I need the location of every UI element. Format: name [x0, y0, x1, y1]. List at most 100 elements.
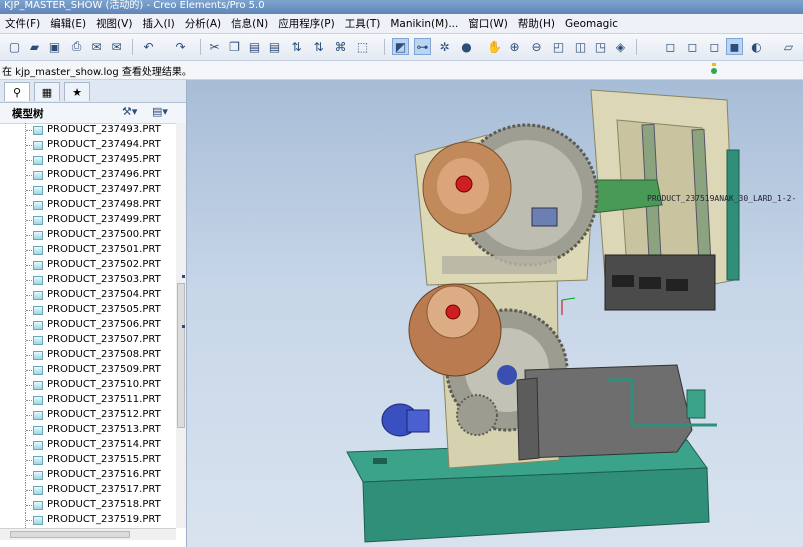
model-appearance-icon[interactable]: ◐: [748, 38, 765, 55]
tree-item[interactable]: PRODUCT_237517.PRT: [0, 483, 176, 498]
save-icon[interactable]: ▣: [46, 38, 63, 55]
tree-horizontal-scrollbar[interactable]: [0, 528, 176, 540]
tree-item[interactable]: PRODUCT_237502.PRT: [0, 258, 176, 273]
menu-tools[interactable]: 工具(T): [340, 16, 386, 31]
tree-connector: [26, 520, 32, 522]
tree-item-label: PRODUCT_237519.PRT: [47, 514, 161, 525]
tree-item[interactable]: PRODUCT_237511.PRT: [0, 393, 176, 408]
lower-gear-small: [456, 394, 498, 436]
menu-window[interactable]: 窗口(W): [463, 16, 513, 31]
tree-item-label: PRODUCT_237504.PRT: [47, 289, 161, 300]
saved-views-icon[interactable]: ◳: [592, 38, 609, 55]
tree-item-label: PRODUCT_237496.PRT: [47, 169, 161, 180]
tree-item[interactable]: PRODUCT_237499.PRT: [0, 213, 176, 228]
tree-item[interactable]: PRODUCT_237501.PRT: [0, 243, 176, 258]
tree-item[interactable]: PRODUCT_237513.PRT: [0, 423, 176, 438]
tree-item[interactable]: PRODUCT_237498.PRT: [0, 198, 176, 213]
menu-geomagic[interactable]: Geomagic: [560, 18, 623, 30]
assembly-model-render[interactable]: [187, 80, 803, 547]
tree-settings-icon[interactable]: ⚒▾: [122, 105, 137, 118]
cut-icon[interactable]: ✂: [206, 38, 223, 55]
refit-icon[interactable]: ◰: [550, 38, 567, 55]
zoom-out-icon[interactable]: ⊖: [528, 38, 545, 55]
tree-connector: [26, 475, 32, 477]
tree-item[interactable]: PRODUCT_237497.PRT: [0, 183, 176, 198]
tree-item[interactable]: PRODUCT_237508.PRT: [0, 348, 176, 363]
tree-item[interactable]: PRODUCT_237505.PRT: [0, 303, 176, 318]
graphics-viewport[interactable]: PRODUCT_237519ANAK_30_LARD_1-2-: [187, 80, 803, 547]
regenerate-icon[interactable]: ⇅: [288, 38, 305, 55]
tree-item-label: PRODUCT_237498.PRT: [47, 199, 161, 210]
paste-special-icon[interactable]: ▤: [266, 38, 283, 55]
tree-item[interactable]: PRODUCT_237504.PRT: [0, 288, 176, 303]
tree-item-label: PRODUCT_237512.PRT: [47, 409, 161, 420]
shading-sphere-icon[interactable]: ●: [458, 38, 475, 55]
menu-info[interactable]: 信息(N): [226, 16, 273, 31]
menu-applications[interactable]: 应用程序(P): [273, 16, 340, 31]
scrollbar-thumb[interactable]: [177, 283, 185, 428]
layers-tab-icon[interactable]: ▦: [34, 82, 60, 101]
undo-icon[interactable]: ↶: [140, 38, 157, 55]
datum-display-icon[interactable]: ⊶: [414, 38, 431, 55]
tree-connector: [26, 385, 32, 387]
zoom-in-icon[interactable]: ⊕: [506, 38, 523, 55]
no-hidden-icon[interactable]: ◻: [706, 38, 723, 55]
menu-file[interactable]: 文件(F): [0, 16, 45, 31]
menu-help[interactable]: 帮助(H): [513, 16, 560, 31]
tree-item[interactable]: PRODUCT_237500.PRT: [0, 228, 176, 243]
tree-item[interactable]: PRODUCT_237493.PRT: [0, 123, 176, 138]
tree-item[interactable]: PRODUCT_237496.PRT: [0, 168, 176, 183]
spin-center-icon[interactable]: ✲: [436, 38, 453, 55]
tree-item-label: PRODUCT_237508.PRT: [47, 349, 161, 360]
selection-box-icon[interactable]: ⬚: [354, 38, 371, 55]
part-icon: [33, 426, 43, 435]
new-file-icon[interactable]: ▢: [6, 38, 23, 55]
scrollbar-thumb[interactable]: [10, 531, 130, 538]
tree-item[interactable]: PRODUCT_237507.PRT: [0, 333, 176, 348]
pan-hand-icon[interactable]: ✋: [486, 38, 503, 55]
find-icon[interactable]: ⌘: [332, 38, 349, 55]
shading-icon[interactable]: ◼: [726, 38, 743, 55]
sketch-icon[interactable]: ◩: [392, 38, 409, 55]
tree-item[interactable]: PRODUCT_237506.PRT: [0, 318, 176, 333]
tree-item[interactable]: PRODUCT_237509.PRT: [0, 363, 176, 378]
model-tree-header: 模型树 ⚒▾ ▤▾: [0, 103, 186, 124]
paste-icon[interactable]: ▤: [246, 38, 263, 55]
favorites-tab-icon[interactable]: ★: [64, 82, 90, 101]
tree-item[interactable]: PRODUCT_237516.PRT: [0, 468, 176, 483]
sash-grip-icon[interactable]: [182, 325, 185, 328]
tree-item[interactable]: PRODUCT_237510.PRT: [0, 378, 176, 393]
tree-item[interactable]: PRODUCT_237518.PRT: [0, 498, 176, 513]
tree-item[interactable]: PRODUCT_237494.PRT: [0, 138, 176, 153]
copy-icon[interactable]: ❐: [226, 38, 243, 55]
menu-edit[interactable]: 编辑(E): [45, 16, 91, 31]
tree-item[interactable]: PRODUCT_237495.PRT: [0, 153, 176, 168]
tree-item[interactable]: PRODUCT_237519.PRT: [0, 513, 176, 528]
menu-manikin[interactable]: Manikin(M)...: [385, 18, 463, 30]
redo-icon[interactable]: ↷: [172, 38, 189, 55]
menu-analysis[interactable]: 分析(A): [180, 16, 226, 31]
menu-insert[interactable]: 插入(I): [137, 16, 179, 31]
model-tree-tab-icon[interactable]: ⚲: [4, 82, 30, 101]
datum-planes-icon[interactable]: ▱: [780, 38, 797, 55]
sash-grip-icon[interactable]: [182, 275, 185, 278]
tree-columns-icon[interactable]: ▤▾: [152, 105, 168, 118]
tree-item[interactable]: PRODUCT_237515.PRT: [0, 453, 176, 468]
layers-icon[interactable]: ◈: [612, 38, 629, 55]
hidden-line-icon[interactable]: ◻: [684, 38, 701, 55]
reorient-icon[interactable]: ◫: [572, 38, 589, 55]
tree-item[interactable]: PRODUCT_237512.PRT: [0, 408, 176, 423]
email-link-icon[interactable]: ✉: [108, 38, 125, 55]
part-callout-label: PRODUCT_237519ANAK_30_LARD_1-2-: [647, 194, 797, 203]
tree-item-label: PRODUCT_237510.PRT: [47, 379, 161, 390]
message-text: 在 kjp_master_show.log 查看处理结果。: [2, 67, 192, 78]
email-icon[interactable]: ✉: [88, 38, 105, 55]
tree-item[interactable]: PRODUCT_237503.PRT: [0, 273, 176, 288]
regenerate-manager-icon[interactable]: ⇅: [310, 38, 327, 55]
open-folder-icon[interactable]: ▰: [26, 38, 43, 55]
print-icon[interactable]: ⎙: [68, 38, 85, 55]
menu-view[interactable]: 视图(V): [91, 16, 137, 31]
tree-item[interactable]: PRODUCT_237514.PRT: [0, 438, 176, 453]
wireframe-icon[interactable]: ◻: [662, 38, 679, 55]
tree-item-label: PRODUCT_237505.PRT: [47, 304, 161, 315]
